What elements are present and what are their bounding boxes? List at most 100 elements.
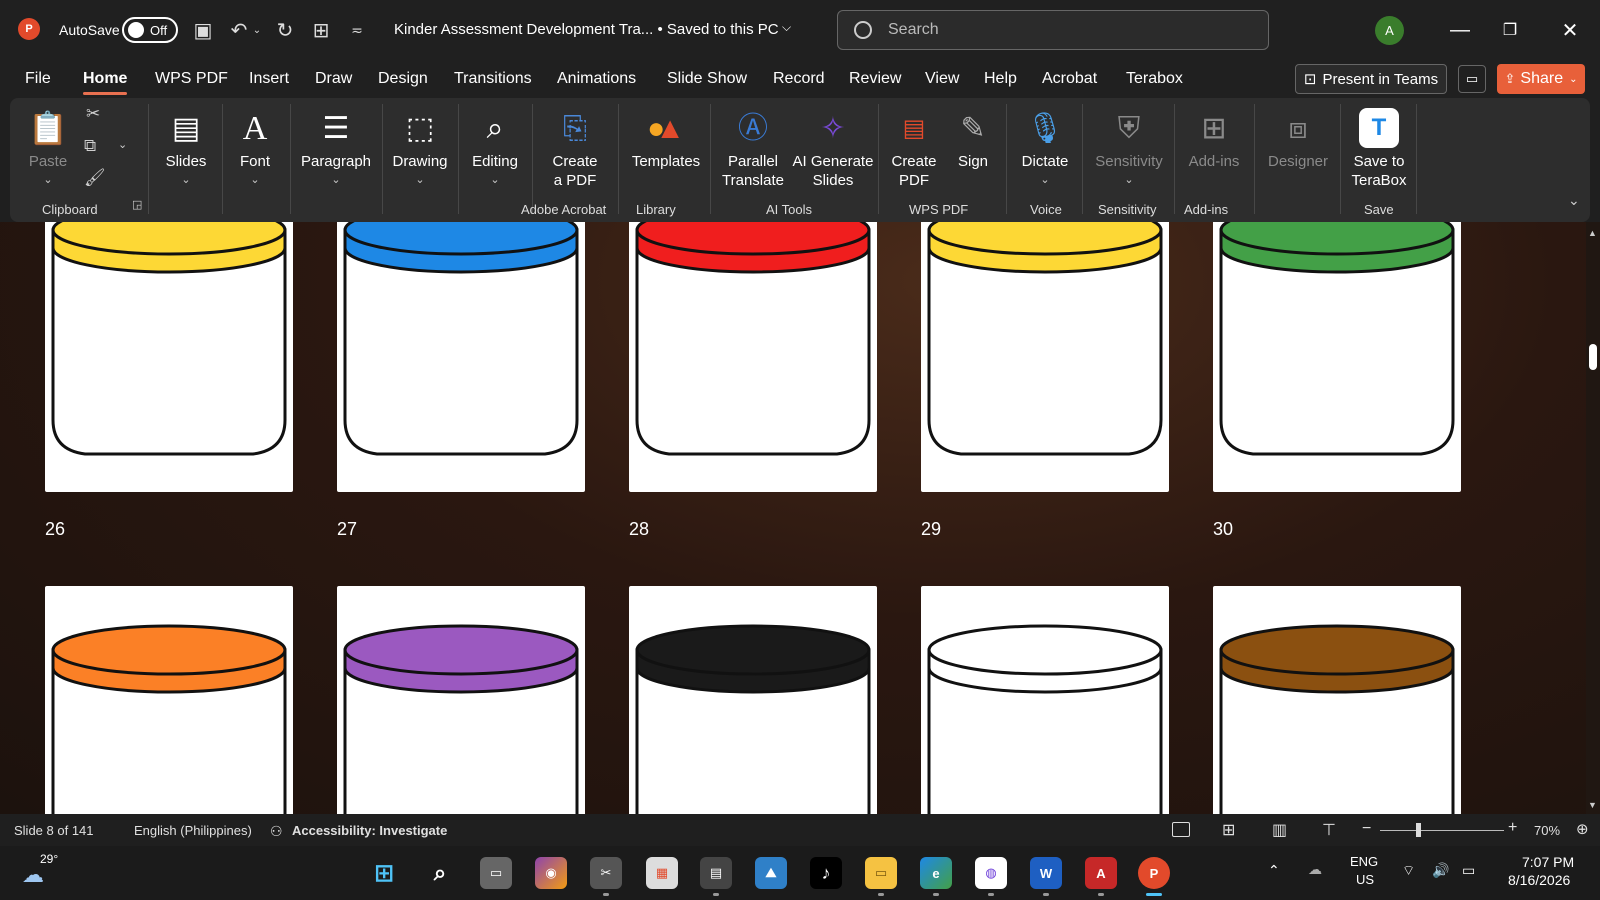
notes-icon[interactable] bbox=[1172, 822, 1190, 837]
accessibility-status[interactable]: Accessibility: Investigate bbox=[292, 823, 447, 838]
cut-icon[interactable]: ✂ bbox=[86, 104, 100, 124]
onedrive-offline-icon[interactable]: ☁ bbox=[1308, 861, 1322, 878]
present-in-teams-button[interactable]: ⊡ Present in Teams bbox=[1295, 64, 1447, 94]
save-icon[interactable]: ▣ bbox=[190, 17, 216, 43]
zoom-level[interactable]: 70% bbox=[1534, 823, 1560, 838]
clipchamp-icon[interactable]: ◍ bbox=[975, 857, 1007, 889]
editing-button[interactable]: ⌕ Editing ⌄ bbox=[462, 104, 528, 190]
taskbar-search-icon[interactable]: ⌕ bbox=[424, 857, 456, 889]
file-explorer-icon[interactable]: ▭ bbox=[865, 857, 897, 889]
tab-help[interactable]: Help bbox=[984, 70, 1017, 88]
ai-generate-slides-button[interactable]: ✧ AI Generate Slides bbox=[790, 104, 876, 190]
designer-button[interactable]: ⧈ Designer bbox=[1260, 104, 1336, 171]
restore-icon[interactable]: ❐ bbox=[1494, 14, 1526, 46]
tab-review[interactable]: Review bbox=[849, 70, 901, 88]
slides-button[interactable]: ▤ Slides ⌄ bbox=[156, 104, 216, 190]
slide-thumbnail[interactable] bbox=[337, 586, 585, 814]
wps-create-pdf-button[interactable]: ▤ Create PDF bbox=[882, 104, 946, 190]
save-to-terabox-button[interactable]: T Save to TeraBox bbox=[1342, 104, 1416, 190]
chevron-down-icon[interactable]: ⌵ bbox=[782, 20, 791, 35]
slide-thumbnail[interactable] bbox=[1213, 586, 1461, 814]
format-painter-icon[interactable]: 🖌 bbox=[84, 168, 106, 188]
autosave-toggle[interactable]: Off bbox=[122, 17, 178, 43]
sensitivity-button[interactable]: ⛨ Sensitivity ⌄ bbox=[1086, 104, 1172, 190]
comments-button[interactable]: ▭ bbox=[1458, 65, 1486, 93]
copy-icon[interactable]: ⧉ bbox=[84, 136, 96, 156]
font-button[interactable]: A Font ⌄ bbox=[226, 104, 284, 190]
templates-button[interactable]: ● ▲ Templates bbox=[624, 104, 708, 171]
present-from-start-icon[interactable]: ⊞ bbox=[308, 17, 334, 43]
slide-thumbnail[interactable] bbox=[629, 586, 877, 814]
chevron-down-icon[interactable]: ⌄ bbox=[118, 138, 127, 151]
clock-date[interactable]: 8/16/2026 bbox=[1508, 872, 1570, 888]
acrobat-icon[interactable]: A bbox=[1085, 857, 1117, 889]
tray-chevron-up-icon[interactable]: ⌃ bbox=[1268, 862, 1280, 879]
tab-home[interactable]: Home bbox=[83, 70, 128, 95]
zoom-slider-knob[interactable] bbox=[1416, 823, 1421, 837]
edge-icon[interactable]: e bbox=[920, 857, 952, 889]
tab-insert[interactable]: Insert bbox=[249, 70, 289, 88]
dialog-launcher-icon[interactable]: ◲ bbox=[132, 198, 142, 211]
add-ins-button[interactable]: ⊞ Add-ins bbox=[1178, 104, 1250, 171]
slideshow-icon[interactable]: ⊤ bbox=[1322, 820, 1336, 840]
battery-icon[interactable]: ▭ bbox=[1462, 862, 1475, 879]
slide-thumbnail[interactable] bbox=[1213, 222, 1461, 492]
copilot-icon[interactable]: ◉ bbox=[535, 857, 567, 889]
vertical-scrollbar[interactable]: ▲ ▼ bbox=[1586, 222, 1600, 814]
zoom-in-icon[interactable]: + bbox=[1508, 819, 1517, 837]
scroll-thumb[interactable] bbox=[1589, 344, 1597, 370]
input-language-2[interactable]: US bbox=[1356, 872, 1374, 887]
sign-button[interactable]: ✎ Sign bbox=[946, 104, 1000, 171]
undo-icon[interactable]: ↶ bbox=[226, 17, 252, 43]
tab-draw[interactable]: Draw bbox=[315, 70, 352, 88]
snipping-tool-icon[interactable]: ✂ bbox=[590, 857, 622, 889]
word-icon[interactable]: W bbox=[1030, 857, 1062, 889]
share-button[interactable]: ⇪ Share ⌄ bbox=[1497, 64, 1585, 94]
tiktok-icon[interactable]: ♪ bbox=[810, 857, 842, 889]
tab-record[interactable]: Record bbox=[773, 70, 825, 88]
tab-animations[interactable]: Animations bbox=[557, 70, 636, 88]
tab-design[interactable]: Design bbox=[378, 70, 428, 88]
slide-sorter-icon[interactable]: ⊞ bbox=[1222, 820, 1235, 840]
slide-thumbnail[interactable] bbox=[45, 222, 293, 492]
tab-terabox[interactable]: Terabox bbox=[1126, 70, 1183, 88]
collapse-ribbon-icon[interactable]: ⌄ bbox=[1568, 192, 1580, 209]
close-icon[interactable]: ✕ bbox=[1554, 14, 1586, 46]
document-title[interactable]: Kinder Assessment Development Tra... • S… bbox=[394, 21, 779, 38]
slide-thumbnail[interactable] bbox=[921, 222, 1169, 492]
clock-time[interactable]: 7:07 PM bbox=[1522, 854, 1574, 870]
zoom-out-icon[interactable]: − bbox=[1362, 820, 1371, 838]
language[interactable]: English (Philippines) bbox=[134, 823, 252, 838]
store-icon[interactable]: ▦ bbox=[646, 857, 678, 889]
search-box[interactable] bbox=[837, 10, 1269, 50]
drawing-button[interactable]: ⬚ Drawing ⌄ bbox=[386, 104, 454, 190]
search-input[interactable] bbox=[888, 21, 1188, 39]
parallel-translate-button[interactable]: Ⓐ Parallel Translate bbox=[714, 104, 792, 190]
slide-thumbnail[interactable] bbox=[45, 586, 293, 814]
tab-acrobat[interactable]: Acrobat bbox=[1042, 70, 1097, 88]
slide-thumbnail[interactable] bbox=[337, 222, 585, 492]
tab-file[interactable]: File bbox=[25, 70, 51, 88]
paste-button[interactable]: 📋 Paste ⌄ bbox=[28, 104, 68, 190]
task-view-icon[interactable]: ▭ bbox=[480, 857, 512, 889]
zoom-slider[interactable] bbox=[1380, 830, 1504, 831]
calculator-icon[interactable]: ▤ bbox=[700, 857, 732, 889]
input-language-1[interactable]: ENG bbox=[1350, 854, 1378, 869]
slide-info[interactable]: Slide 8 of 141 bbox=[14, 823, 94, 838]
slide-thumbnail[interactable] bbox=[629, 222, 877, 492]
customize-toolbar-icon[interactable]: ≂ bbox=[344, 17, 370, 43]
tab-wps-pdf[interactable]: WPS PDF bbox=[155, 70, 228, 88]
create-pdf-button[interactable]: ⎘ Create a PDF bbox=[538, 104, 612, 190]
tab-view[interactable]: View bbox=[925, 70, 959, 88]
photos-icon[interactable]: ⛰ bbox=[755, 857, 787, 889]
start-windows-icon[interactable]: ⊞ bbox=[368, 857, 400, 889]
avatar[interactable]: A bbox=[1375, 16, 1404, 45]
slide-thumbnail[interactable] bbox=[921, 586, 1169, 814]
redo-icon[interactable]: ↻ bbox=[272, 17, 298, 43]
tab-slide-show[interactable]: Slide Show bbox=[667, 70, 747, 88]
minimize-icon[interactable]: — bbox=[1444, 14, 1476, 46]
powerpoint-taskbar-icon[interactable]: P bbox=[1138, 857, 1170, 889]
dictate-button[interactable]: 🎙 Dictate ⌄ bbox=[1010, 104, 1080, 190]
scroll-up-icon[interactable]: ▲ bbox=[1588, 228, 1597, 238]
wifi-icon[interactable]: ⌔ bbox=[1402, 862, 1415, 880]
